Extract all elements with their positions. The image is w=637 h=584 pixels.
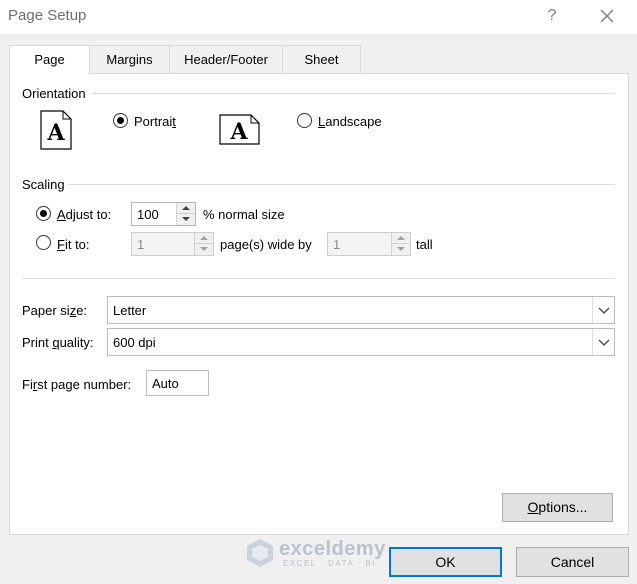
tab-margins[interactable]: Margins — [89, 45, 170, 73]
watermark-tagline: EXCEL · DATA · BI — [283, 559, 376, 568]
fit-wide-spinner[interactable]: 1 — [131, 232, 214, 256]
orientation-separator — [92, 93, 615, 94]
print-quality-dropdown[interactable]: 600 dpi — [107, 328, 615, 356]
adjust-down-arrow-icon[interactable] — [176, 214, 195, 225]
portrait-label[interactable]: Portrait — [134, 114, 176, 129]
landscape-radio[interactable] — [297, 113, 312, 128]
first-page-number-value[interactable]: Auto — [152, 376, 179, 391]
paper-size-value: Letter — [113, 303, 147, 318]
close-icon — [600, 9, 614, 23]
wide-up-arrow-icon[interactable] — [194, 233, 213, 244]
wide-down-arrow-icon[interactable] — [194, 244, 213, 255]
landscape-page-glyph: A — [229, 119, 248, 145]
orientation-heading: Orientation — [22, 86, 86, 101]
paper-size-label: Paper size: — [22, 303, 88, 318]
adjust-to-radio[interactable] — [36, 206, 51, 221]
first-page-number-label: First page number: — [22, 377, 132, 392]
scaling-heading: Scaling — [22, 177, 65, 192]
paper-size-dropdown[interactable]: Letter — [107, 296, 615, 324]
tall-down-arrow-icon[interactable] — [391, 244, 410, 255]
adjust-to-spinner[interactable]: 100 — [131, 202, 196, 226]
title-bar: Page Setup ? — [0, 0, 637, 34]
landscape-label[interactable]: Landscape — [318, 114, 382, 129]
fit-to-label[interactable]: Fit to: — [57, 237, 90, 252]
portrait-radio[interactable] — [113, 113, 128, 128]
tab-header-footer[interactable]: Header/Footer — [169, 45, 283, 73]
adjust-to-label[interactable]: Adjust to: — [57, 207, 111, 222]
print-quality-chevron-down-icon[interactable] — [592, 329, 614, 355]
normal-size-label: % normal size — [203, 207, 285, 222]
fit-tall-value[interactable]: 1 — [333, 237, 340, 252]
dialog-title: Page Setup — [8, 7, 87, 24]
exceldemy-watermark: exceldemy EXCEL · DATA · BI — [245, 538, 395, 568]
fit-tall-spinner[interactable]: 1 — [327, 232, 411, 256]
adjust-to-value[interactable]: 100 — [137, 207, 159, 222]
scaling-bottom-separator — [22, 278, 615, 279]
print-quality-value: 600 dpi — [113, 335, 156, 350]
fit-to-radio[interactable] — [36, 235, 51, 250]
cancel-button[interactable]: Cancel — [516, 547, 629, 577]
tab-sheet[interactable]: Sheet — [282, 45, 361, 73]
print-quality-label: Print quality: — [22, 335, 94, 350]
watermark-name: exceldemy — [279, 538, 386, 560]
options-button[interactable]: Options... — [502, 493, 613, 522]
close-button[interactable] — [595, 5, 619, 27]
pages-wide-label: page(s) wide by — [220, 237, 312, 252]
exceldemy-logo-icon — [247, 539, 273, 567]
first-page-number-input[interactable]: Auto — [146, 370, 209, 396]
tall-label: tall — [416, 237, 433, 252]
adjust-up-arrow-icon[interactable] — [176, 203, 195, 214]
help-button[interactable]: ? — [541, 5, 563, 27]
tab-page[interactable]: Page — [9, 45, 90, 75]
portrait-page-glyph: A — [46, 120, 65, 146]
landscape-page-icon: A — [219, 114, 260, 145]
fit-wide-value[interactable]: 1 — [137, 237, 144, 252]
portrait-page-icon: A — [40, 110, 72, 150]
ok-button[interactable]: OK — [389, 547, 502, 577]
scaling-separator — [68, 184, 615, 185]
paper-size-chevron-down-icon[interactable] — [592, 297, 614, 323]
tall-up-arrow-icon[interactable] — [391, 233, 410, 244]
